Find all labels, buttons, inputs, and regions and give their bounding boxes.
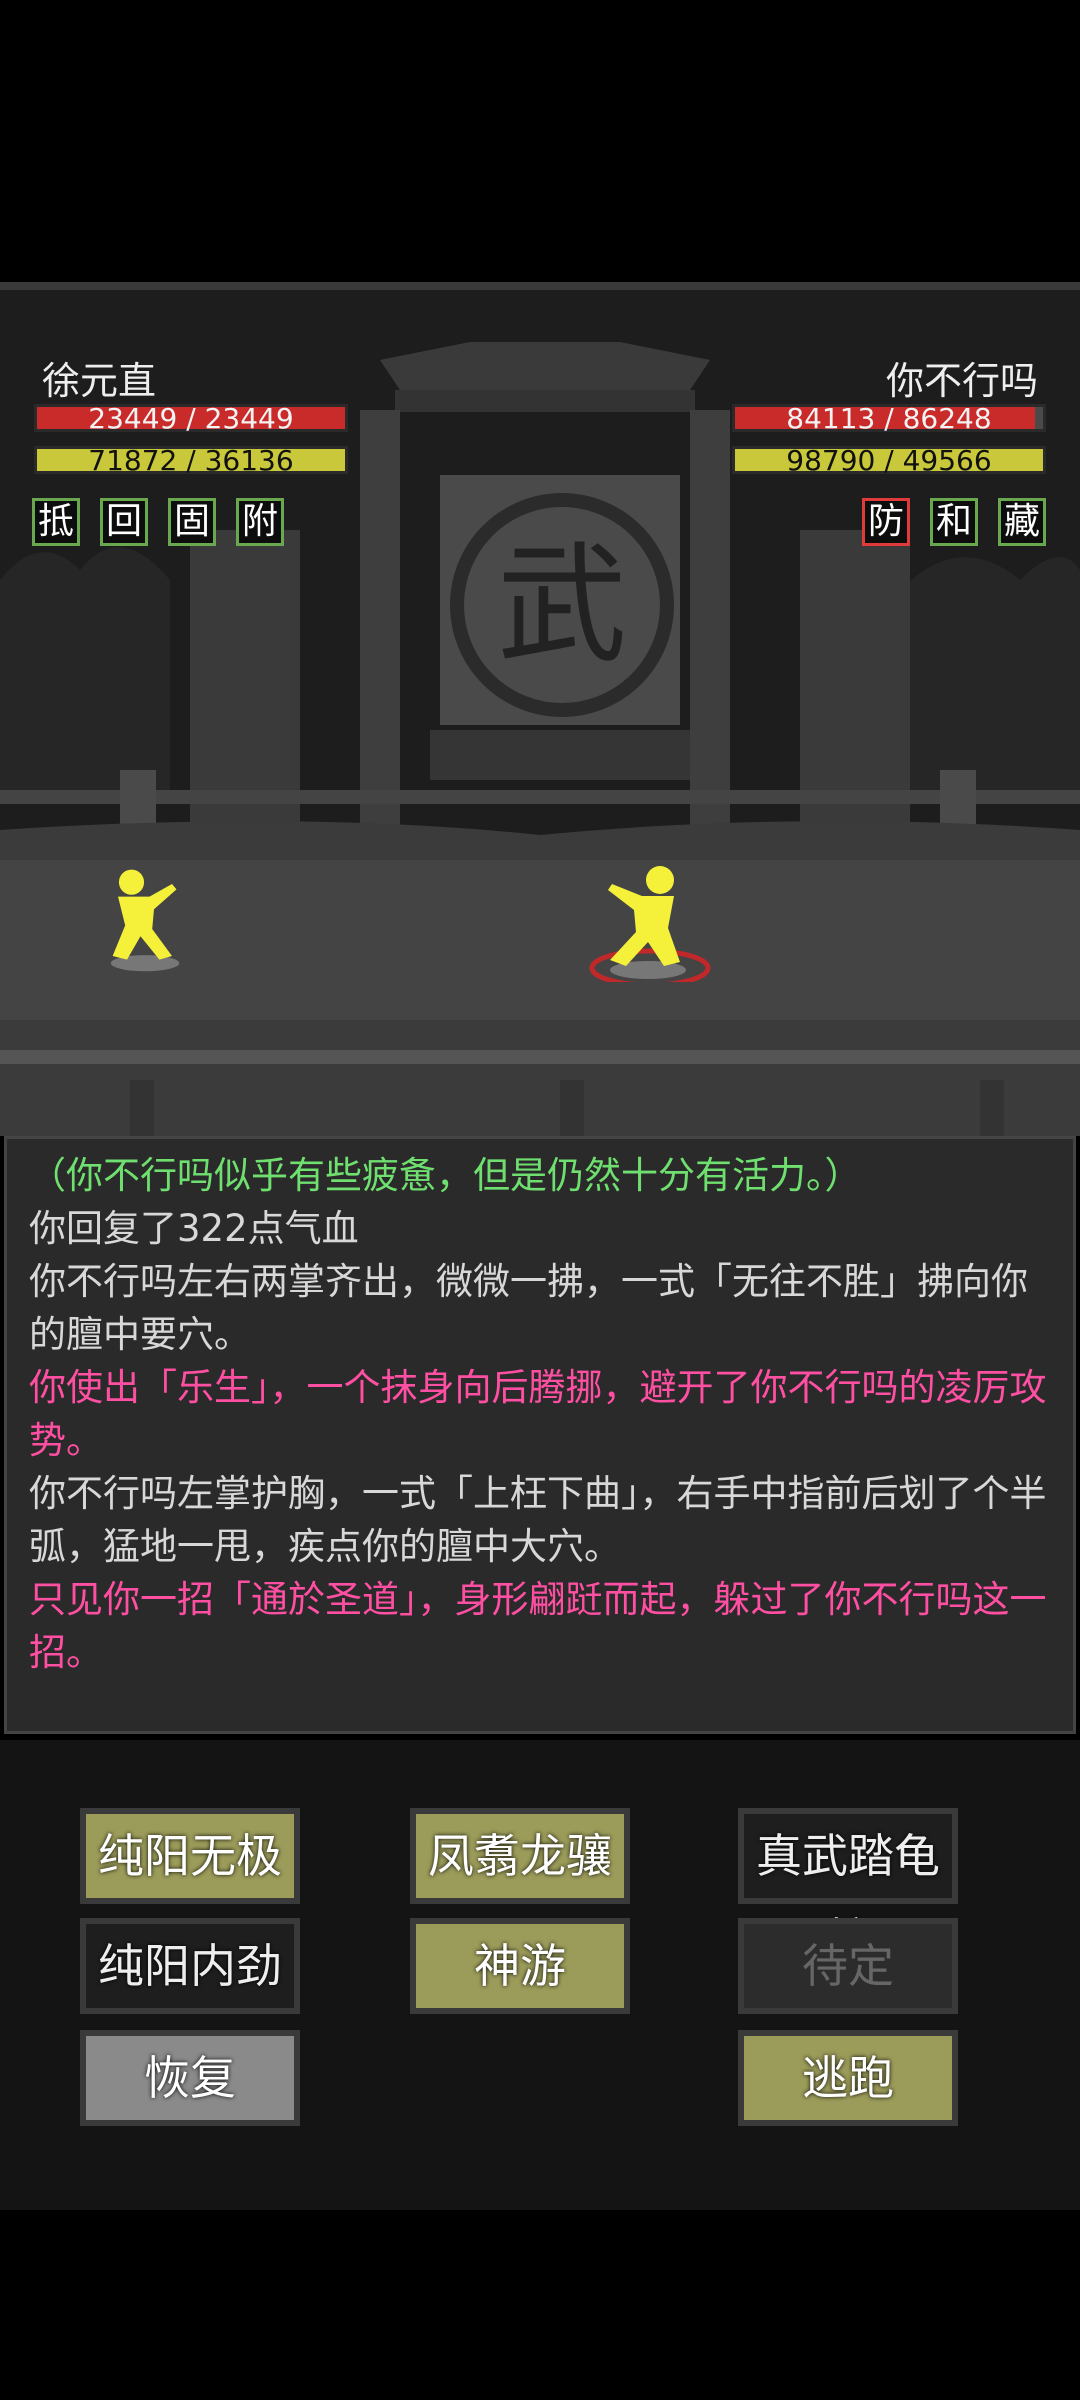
enemy-mp-bar: 98790 / 49566 bbox=[732, 444, 1046, 477]
player-mp-text: 71872 / 36136 bbox=[88, 444, 294, 477]
recover-button[interactable]: 恢复 bbox=[80, 2030, 300, 2126]
enemy-fighter bbox=[589, 866, 711, 982]
enemy-hp-text: 84113 / 86248 bbox=[786, 402, 992, 435]
log-line: （你不行吗似乎有些疲惫，但是仍然十分有活力。） bbox=[29, 1154, 862, 1197]
player-buff-3[interactable]: 固 bbox=[168, 498, 216, 546]
skill-button-1[interactable]: 纯阳无极 bbox=[80, 1808, 300, 1904]
player-mp-bar: 71872 / 36136 bbox=[34, 444, 348, 477]
top-divider bbox=[0, 282, 1080, 290]
skill-button-4[interactable]: 纯阳内劲 bbox=[80, 1918, 300, 2014]
log-line: 你回复了322点气血 bbox=[29, 1207, 359, 1250]
player-buff-4[interactable]: 附 bbox=[236, 498, 284, 546]
log-line: 你不行吗左掌护胸，一式「上枉下曲」，右手中指前后划了个半弧，猛地一甩，疾点你的膻… bbox=[29, 1472, 1047, 1568]
skill-button-6: 待定 bbox=[738, 1918, 958, 2014]
log-line: 你不行吗左右两掌齐出，微微一拂，一式「无往不胜」拂向你的膻中要穴。 bbox=[29, 1260, 1028, 1356]
skill-button-5[interactable]: 神游 bbox=[410, 1918, 630, 2014]
enemy-name: 你不行吗 bbox=[885, 359, 1038, 403]
log-line: 只见你一招「通於圣道」，身形翩跹而起，躲过了你不行吗这一招。 bbox=[29, 1578, 1047, 1674]
enemy-buff-3[interactable]: 藏 bbox=[998, 498, 1046, 546]
gate-symbol: 武 bbox=[496, 529, 627, 681]
enemy-mp-text: 98790 / 49566 bbox=[786, 444, 992, 477]
player-buff-2[interactable]: 回 bbox=[100, 498, 148, 546]
skill-button-2[interactable]: 凤翥龙骧 bbox=[410, 1808, 630, 1904]
player-buff-1[interactable]: 抵 bbox=[32, 498, 80, 546]
combat-log[interactable]: （你不行吗似乎有些疲惫，但是仍然十分有活力。） 你回复了322点气血 你不行吗左… bbox=[4, 1136, 1076, 1734]
player-hp-bar: 23449 / 23449 bbox=[34, 402, 348, 435]
player-hp-text: 23449 / 23449 bbox=[88, 402, 294, 435]
enemy-hp-bar: 84113 / 86248 bbox=[732, 402, 1046, 435]
enemy-buff-2[interactable]: 和 bbox=[930, 498, 978, 546]
flee-button[interactable]: 逃跑 bbox=[738, 2030, 958, 2126]
player-fighter bbox=[110, 869, 180, 972]
skill-button-3[interactable]: 真武踏龟蛇 bbox=[738, 1808, 958, 1967]
enemy-buff-1[interactable]: 防 bbox=[862, 498, 910, 546]
log-line: 你使出「乐生」，一个抹身向后腾挪，避开了你不行吗的凌厉攻势。 bbox=[29, 1366, 1047, 1462]
player-name: 徐元直 bbox=[42, 359, 157, 403]
